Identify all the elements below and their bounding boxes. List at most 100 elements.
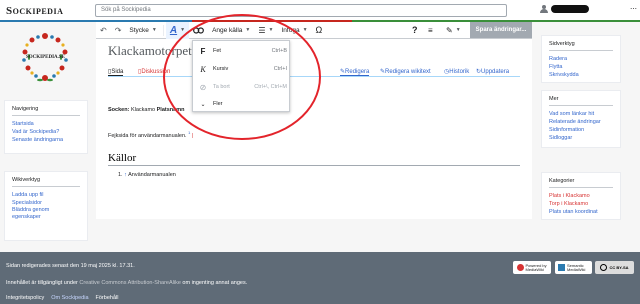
more-related-changes[interactable]: Relaterade ändringar (549, 118, 613, 126)
site-logo[interactable]: SOCKIPEDIA.SE (18, 30, 73, 88)
link-button[interactable] (189, 22, 208, 39)
reference-item: 1. ↑ Användarmanualen (118, 172, 176, 178)
page-tools-panel: Sidverktyg Radera Flytta Skrivskydda (541, 35, 621, 83)
tab-edit[interactable]: ✎Redigera (340, 68, 370, 76)
undo-icon: ↶ (100, 25, 107, 35)
clear-format-icon: ⊘ (199, 82, 207, 92)
semantic-mediawiki-badge[interactable]: Semantic MediaWiki (555, 261, 592, 274)
help-icon: ? (412, 25, 418, 35)
save-changes-button[interactable]: Spara ändringar... (470, 22, 532, 38)
wiki-tools-panel-title: Wikiverktyg (12, 177, 80, 187)
tab-page[interactable]: ▯Sida (108, 68, 124, 76)
help-button[interactable]: ? (408, 22, 422, 39)
bullet-list-icon: ☰ (258, 25, 266, 35)
body-text: Fejksida för användarmanualen. (108, 132, 187, 139)
category-torp-i-klackamo[interactable]: Torp i Klackamo (549, 200, 613, 208)
category-plats-i-klackamo[interactable]: Plats i Klackamo (549, 192, 613, 200)
menu-item-clear-formatting: ⊘ Ta bort Ctrl+\, Ctrl+M (193, 79, 291, 95)
socken-value[interactable]: Klackamo (131, 107, 155, 113)
cc-icon (600, 264, 608, 271)
tools-item-upload[interactable]: Ladda upp fil (12, 191, 80, 199)
tab-edit-source[interactable]: ✎Redigera wikitext (380, 68, 431, 75)
footer-last-edited: Sidan redigerades senast den 19 maj 2025… (6, 263, 135, 269)
categories-panel-title: Kategorier (549, 178, 613, 188)
reference-number: 1. (118, 172, 123, 178)
text-style-icon: A (169, 24, 178, 36)
menu-item-label: Fler (213, 101, 223, 107)
special-character-button[interactable]: Ω (312, 22, 327, 39)
chevron-down-icon: ⌄ (200, 101, 206, 108)
references-heading[interactable]: Källor (108, 152, 520, 166)
category-plats-utan-koordinat[interactable]: Plats utan koordinat (549, 208, 613, 216)
tab-history[interactable]: ◷Historik (444, 68, 469, 75)
list-button[interactable]: ☰ ▼ (254, 22, 277, 39)
cc-license-badge[interactable]: CC BY-SA (595, 261, 634, 274)
insert-button[interactable]: Infoga ▼ (278, 22, 312, 39)
wiki-tools-panel: Wikiverktyg Ladda upp fil Specialsidor B… (4, 171, 88, 241)
text-style-button[interactable]: A ▼ (165, 21, 190, 39)
text-cursor: | (191, 132, 194, 139)
page-tools-protect[interactable]: Skrivskydda (549, 71, 613, 79)
menu-item-label: Kursiv (213, 66, 229, 72)
paragraph-style-dropdown[interactable]: Stycke ▼ (125, 22, 160, 39)
license-suffix: om ingenting annat anges. (182, 280, 248, 286)
license-prefix: Innehållet är tillgängligt under (6, 280, 78, 286)
chevron-down-icon: ▼ (268, 27, 274, 33)
menu-item-shortcut: Ctrl+\, Ctrl+M (254, 84, 287, 90)
logo-text: SOCKIPEDIA.SE (25, 55, 66, 60)
body-paragraph[interactable]: Fejksida för användarmanualen. 1 | (108, 130, 193, 139)
page-tabs: ▯Sida ▯Diskussion ✎Redigera ✎Redigera wi… (108, 67, 520, 77)
page-title: Klackamotorpet (108, 43, 192, 58)
page-options-button[interactable]: ≡ (424, 22, 437, 39)
menu-item-bold[interactable]: F Fet Ctrl+B (193, 43, 291, 59)
redo-button[interactable]: ↷ (111, 22, 126, 39)
footer-license: Innehållet är tillgängligt under Creativ… (6, 280, 247, 286)
footer-link-disclaimers[interactable]: Förbehåll (96, 295, 119, 301)
reference-backlink[interactable]: ↑ (124, 172, 127, 178)
site-brand[interactable]: Sockipedia (6, 5, 63, 17)
footer-link-privacy[interactable]: Integritetspolicy (6, 295, 44, 301)
footer-links: Integritetspolicy Om Sockipedia Förbehål… (6, 295, 118, 301)
menu-item-more[interactable]: ⌄ Fler (193, 96, 291, 112)
nav-item-recent-changes[interactable]: Senaste ändringarna (12, 136, 80, 144)
more-page-info[interactable]: Sidinformation (549, 126, 613, 134)
footnote-marker[interactable]: 1 (188, 130, 190, 135)
hamburger-icon: ≡ (428, 25, 433, 35)
semantic-icon (558, 264, 565, 271)
chevron-down-icon: ▼ (245, 27, 251, 33)
license-link[interactable]: Creative Commons Attribution-ShareAlike (79, 280, 181, 286)
nav-item-about[interactable]: Vad är Sockipedia? (12, 128, 80, 136)
insert-label: Infoga (281, 26, 300, 34)
user-menu[interactable] (540, 5, 589, 13)
chevron-down-icon: ▼ (180, 27, 186, 33)
tools-item-special-pages[interactable]: Specialsidor (12, 199, 80, 207)
socken-line: Socken: Klackamo Platsnamn (108, 107, 184, 113)
navigation-panel: Navigering Startsida Vad är Sockipedia? … (4, 100, 88, 154)
toolbar-divider (162, 24, 164, 36)
search-input[interactable]: Sök på Sockipedia (95, 4, 507, 17)
undo-button[interactable]: ↶ (96, 22, 111, 39)
more-panel-title: Mer (549, 96, 613, 106)
cite-label: Ange källa (212, 26, 243, 34)
more-what-links-here[interactable]: Vad som länkar hit (549, 110, 613, 118)
nav-item-startsida[interactable]: Startsida (12, 120, 80, 128)
edit-mode-button[interactable]: ✎ ▼ (442, 22, 465, 39)
redo-icon: ↷ (114, 25, 122, 35)
reference-text: Användarmanualen (128, 172, 176, 178)
main-content: Klackamotorpet ▯Sida ▯Diskussion ✎Redige… (96, 39, 532, 219)
navigation-panel-title: Navigering (12, 106, 80, 116)
italic-icon: K (200, 64, 206, 74)
powered-by-mediawiki-badge[interactable]: Powered by MediaWiki (513, 261, 551, 274)
page-tools-delete[interactable]: Radera (549, 55, 613, 63)
page-tools-move[interactable]: Flytta (549, 63, 613, 71)
footer-link-about[interactable]: Om Sockipedia (51, 295, 88, 301)
tab-update[interactable]: ↻Uppdatera (476, 68, 509, 75)
user-name-redacted (551, 5, 589, 13)
menu-item-italic[interactable]: K Kursiv Ctrl+I (193, 61, 291, 77)
tools-item-browse-properties[interactable]: Bläddra genom egenskaper (12, 207, 64, 221)
cite-button[interactable]: Ange källa ▼ (208, 22, 254, 39)
tab-talk[interactable]: ▯Diskussion (138, 68, 170, 75)
more-menu-icon[interactable]: ⋯ (630, 5, 637, 13)
text-style-menu: F Fet Ctrl+B K Kursiv Ctrl+I ⊘ Ta bort C… (192, 40, 290, 112)
more-page-logs[interactable]: Sidloggar (549, 134, 613, 142)
